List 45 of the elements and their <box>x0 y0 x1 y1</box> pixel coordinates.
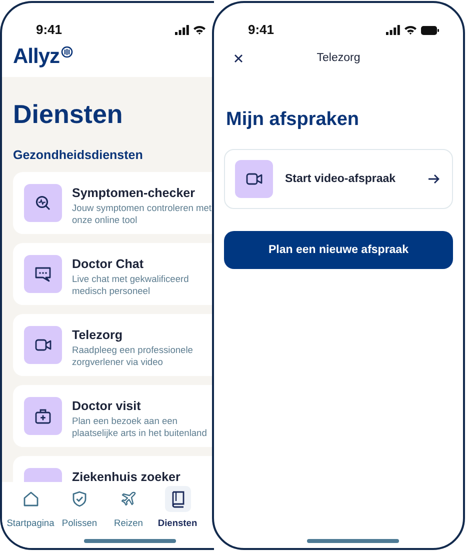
section-title: Gezondheidsdiensten <box>13 148 143 162</box>
battery-icon <box>421 26 439 34</box>
shield-icon <box>72 491 87 507</box>
service-title: Ziekenhuis zoeker <box>72 470 182 482</box>
appointment-card[interactable]: Start video-afspraak <box>224 149 453 209</box>
wifi-icon <box>404 25 417 35</box>
service-description: Plan een bezoek aan een plaatselijke arts in het buitenland <box>72 416 208 440</box>
service-title: Doctor Chat <box>72 257 145 271</box>
book-icon <box>170 490 184 508</box>
service-title: Telezorg <box>72 328 124 342</box>
service-description: Live chat met gekwalificeerd medisch personeel <box>72 274 190 298</box>
header-title: Telezorg <box>316 52 360 64</box>
service-title: Symptomen-checker <box>72 186 196 200</box>
service-card[interactable]: Doctor visit Plan een bezoek aan een plaatselijke arts in het buitenland <box>13 385 214 447</box>
page-title: Mijn afspraken <box>226 109 360 131</box>
service-description: Jouw symptomen controleren met onze online tool <box>72 203 212 226</box>
service-card[interactable]: Symptomen-checker Jouw symptomen controleren met onze online tool <box>13 172 214 234</box>
close-icon <box>234 54 243 63</box>
page-title: Diensten <box>13 99 123 130</box>
service-card[interactable]: Doctor Chat Live chat met gekwalificeerd medisch personeel <box>13 243 214 305</box>
service-card[interactable]: Telezorg Raadpleeg een professionele zorgverlener via video <box>13 314 214 376</box>
appointment-label: Start video-afspraak <box>285 173 397 185</box>
tab-item[interactable]: Polissen <box>56 486 103 528</box>
service-card[interactable]: Ziekenhuis zoeker <box>13 456 214 482</box>
wifi-icon <box>193 25 206 35</box>
video-camera-icon <box>246 173 262 185</box>
service-description: Raadpleeg een professionele zorgverlener via video <box>72 345 194 368</box>
signal-icon <box>175 25 189 35</box>
medical-bag-icon <box>35 408 51 424</box>
service-title: Doctor visit <box>72 399 142 413</box>
status-time: 9:41 <box>36 22 62 37</box>
status-time: 9:41 <box>248 22 274 37</box>
logo-icon <box>60 46 73 58</box>
tab-item[interactable]: Diensten <box>154 486 201 528</box>
logo-text: Allyz <box>13 45 60 69</box>
home-icon <box>22 491 38 507</box>
airplane-icon <box>120 491 136 507</box>
video-camera-icon <box>34 339 52 351</box>
signal-icon <box>386 25 400 35</box>
tab-item[interactable]: Reizen <box>105 486 152 528</box>
chat-icon <box>35 266 51 282</box>
search-icon <box>35 195 51 211</box>
tab-item[interactable]: Startpagina <box>7 486 54 528</box>
new-appointment-button[interactable]: Plan een nieuwe afspraak <box>224 231 453 269</box>
arrow-right-icon <box>428 174 440 184</box>
